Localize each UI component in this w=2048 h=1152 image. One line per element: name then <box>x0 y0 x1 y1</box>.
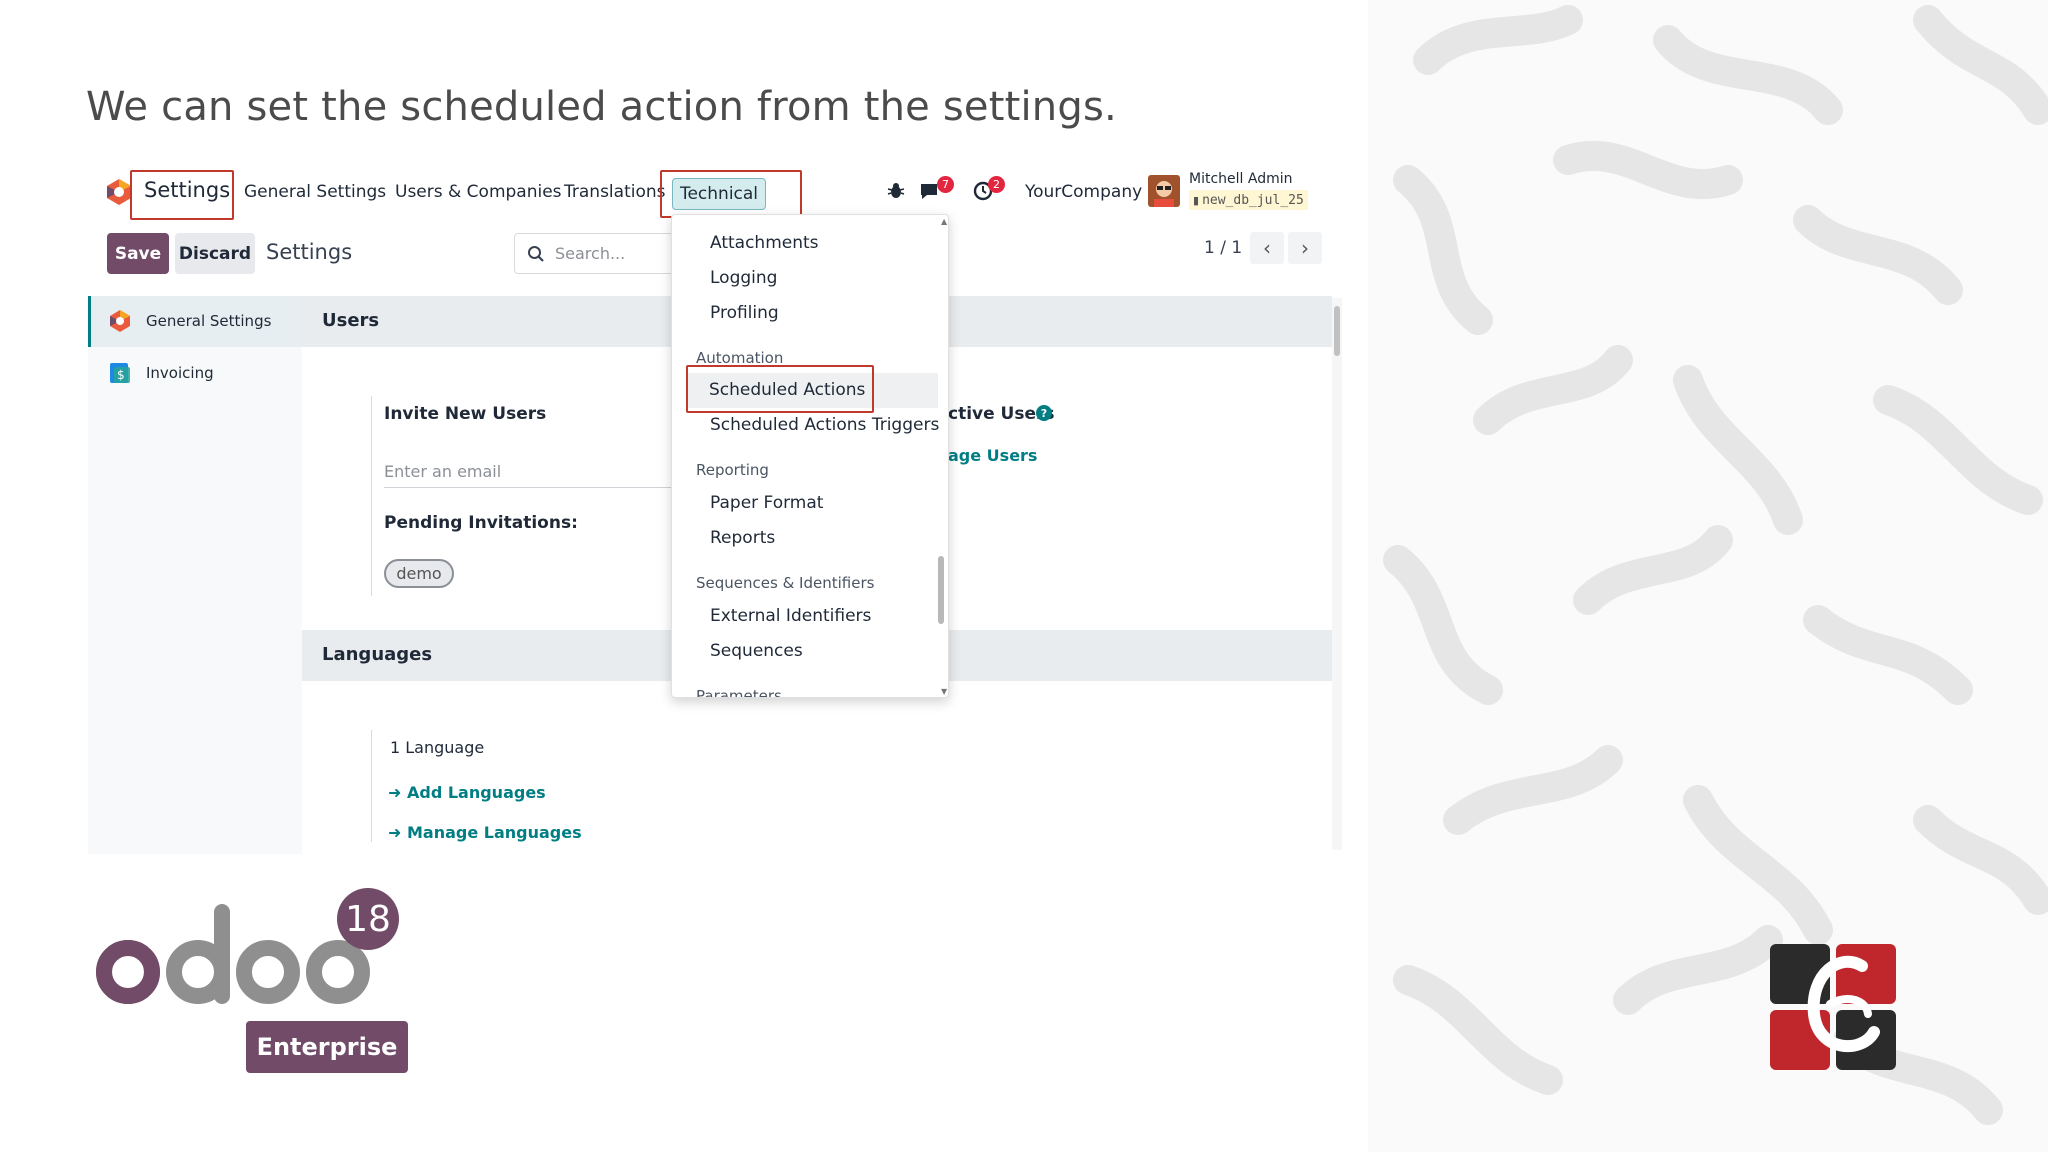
menu-group-sequences-identifiers: Sequences & Identifiers <box>696 574 875 592</box>
invoicing-icon: $ <box>110 363 130 383</box>
menu-item-external-identifiers[interactable]: External Identifiers <box>710 606 871 626</box>
content-scrollbar[interactable] <box>1332 298 1342 850</box>
chevron-left-icon: ‹ <box>1263 236 1271 260</box>
content-scrollbar-thumb[interactable] <box>1334 306 1340 356</box>
user-avatar[interactable] <box>1148 175 1180 207</box>
menu-group-parameters: Parameters <box>696 687 782 698</box>
menu-item-sequences[interactable]: Sequences <box>710 641 803 661</box>
languages-section-title: Languages <box>322 644 433 665</box>
highlight-box-scheduled-actions <box>686 365 874 413</box>
menu-translations[interactable]: Translations <box>564 182 666 202</box>
db-name-badge: ▮ new_db_jul_25 <box>1189 190 1308 210</box>
menu-item-paper-format[interactable]: Paper Format <box>710 493 823 513</box>
menu-item-logging[interactable]: Logging <box>710 268 777 288</box>
pager-previous-button[interactable]: ‹ <box>1250 232 1284 264</box>
search-input[interactable]: Search... <box>514 233 674 274</box>
odoo-logo-letter-o3 <box>306 940 370 1004</box>
invite-email-field[interactable]: Enter an email <box>384 456 674 488</box>
invoicing-app-icon: $ <box>108 361 132 385</box>
highlight-box-technical <box>660 170 802 218</box>
odoo-settings-icon <box>110 310 130 332</box>
chevron-right-icon: › <box>1301 236 1309 260</box>
pager-value: 1 / 1 <box>1204 238 1243 258</box>
activities-count-badge: 2 <box>988 176 1005 193</box>
save-button[interactable]: Save <box>107 233 169 274</box>
technical-dropdown-menu: Attachments Logging Profiling Automation… <box>671 214 949 698</box>
dropdown-scroll-up-arrow[interactable]: ▲ <box>941 217 947 226</box>
menu-users-companies[interactable]: Users & Companies <box>395 182 562 202</box>
menu-item-scheduled-actions-triggers[interactable]: Scheduled Actions Triggers <box>710 415 939 435</box>
odoo-logo-letter-o-accent <box>96 940 160 1004</box>
bug-icon[interactable] <box>886 181 906 201</box>
menu-item-profiling[interactable]: Profiling <box>710 303 779 323</box>
manage-languages-label: Manage Languages <box>406 823 582 842</box>
menu-general-settings[interactable]: General Settings <box>244 182 386 202</box>
manage-languages-link[interactable]: ➜ Manage Languages <box>388 823 582 842</box>
dropdown-scrollbar-thumb[interactable] <box>938 556 944 624</box>
company-logo-graphic <box>1770 944 1896 1070</box>
database-icon: ▮ <box>1193 193 1200 207</box>
avatar-image <box>1148 175 1180 207</box>
manage-users-link[interactable]: age Users <box>948 446 1037 465</box>
divider-line <box>371 396 372 596</box>
svg-text:$: $ <box>117 368 125 382</box>
pager-next-button[interactable]: › <box>1288 232 1322 264</box>
odoo-logo-letter-o2 <box>236 940 300 1004</box>
company-switcher[interactable]: YourCompany <box>1025 182 1142 202</box>
company-logo <box>1770 944 1896 1070</box>
general-settings-app-icon <box>108 309 132 333</box>
odoo-version-badge: 18 <box>337 888 399 950</box>
menu-group-reporting: Reporting <box>696 461 769 479</box>
sidebar-item-invoicing[interactable]: Invoicing <box>146 364 214 382</box>
settings-app-icon <box>107 179 131 205</box>
add-languages-label: Add Languages <box>406 783 546 802</box>
add-languages-link[interactable]: ➜ Add Languages <box>388 783 546 802</box>
sidebar-item-general-settings[interactable]: General Settings <box>146 312 271 330</box>
enterprise-badge: Enterprise <box>246 1021 408 1073</box>
invite-users-label: Invite New Users <box>384 404 547 424</box>
help-icon[interactable]: ? <box>1036 405 1052 421</box>
arrow-right-icon: ➜ <box>388 823 402 842</box>
dropdown-scroll-down-arrow[interactable]: ▼ <box>941 687 947 696</box>
odoo-app-icon[interactable] <box>106 178 132 206</box>
divider-line <box>371 730 372 842</box>
squiggle-pattern-graphic <box>1383 5 2048 1125</box>
menu-item-attachments[interactable]: Attachments <box>710 233 819 253</box>
db-name: new_db_jul_25 <box>1202 192 1304 208</box>
slide-heading: We can set the scheduled action from the… <box>86 84 1117 130</box>
search-icon <box>528 245 544 262</box>
pending-invitation-tag[interactable]: demo <box>384 559 454 588</box>
discard-button[interactable]: Discard <box>175 233 255 274</box>
language-count-label: 1 Language <box>390 738 485 757</box>
search-placeholder: Search... <box>555 244 626 263</box>
highlight-box-settings <box>130 170 234 220</box>
pending-invitations-label: Pending Invitations: <box>384 513 578 533</box>
users-section-title: Users <box>322 310 380 331</box>
arrow-right-icon: ➜ <box>388 783 402 802</box>
background-pattern <box>1368 0 2048 1152</box>
debug-bug-icon <box>887 183 905 198</box>
messages-count-badge: 7 <box>937 176 954 193</box>
menu-item-reports[interactable]: Reports <box>710 528 775 548</box>
breadcrumb: Settings <box>266 240 353 264</box>
user-name[interactable]: Mitchell Admin <box>1189 171 1293 187</box>
odoo-logo-d-stem <box>214 904 230 1004</box>
